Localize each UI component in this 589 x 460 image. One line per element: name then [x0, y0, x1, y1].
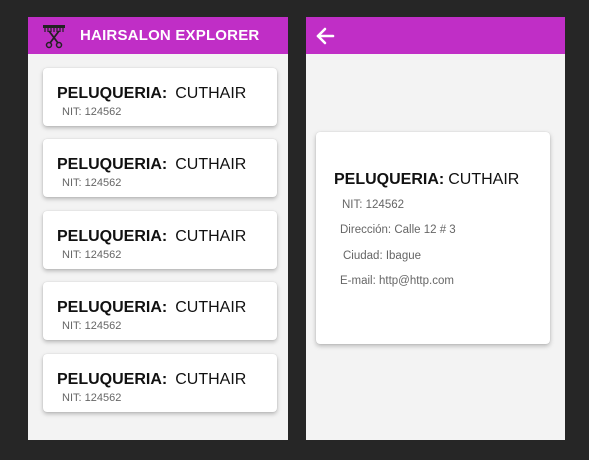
salon-label: PELUQUERIA:: [57, 299, 168, 316]
arrow-left-icon[interactable]: [314, 25, 336, 47]
app-title: HAIRSALON EXPLORER: [80, 27, 260, 44]
salon-name: CUTHAIR: [175, 371, 247, 388]
salon-nit: NIT: 124562: [62, 392, 122, 404]
salon-nit: NIT: 124562: [62, 177, 122, 189]
salon-detail-screen: PELUQUERIA: CUTHAIR NIT: 124562 Dirección…: [306, 17, 565, 440]
salon-detail-card: PELUQUERIA: CUTHAIR NIT: 124562 Dirección…: [316, 132, 550, 344]
salon-list-screen: HAIRSALON EXPLORER PELUQUERIA: CUTHAIR NI…: [28, 17, 288, 440]
salon-card[interactable]: PELUQUERIA: CUTHAIR NIT: 124562: [43, 68, 277, 126]
salon-name: CUTHAIR: [175, 156, 247, 173]
salon-label: PELUQUERIA:: [334, 171, 445, 188]
salon-city: Ciudad: Ibague: [343, 250, 422, 262]
scissors-comb-icon: [40, 22, 68, 50]
salon-card[interactable]: PELUQUERIA: CUTHAIR NIT: 124562: [43, 139, 277, 197]
salon-nit: NIT: 124562: [62, 106, 122, 118]
salon-nit: NIT: 124562: [62, 320, 122, 332]
salon-name: CUTHAIR: [175, 85, 247, 102]
salon-name: CUTHAIR: [175, 228, 247, 245]
salon-card[interactable]: PELUQUERIA: CUTHAIR NIT: 124562: [43, 211, 277, 269]
salon-label: PELUQUERIA:: [57, 156, 168, 173]
app-bar: [306, 17, 565, 54]
salon-email: E-mail: http@http.com: [340, 275, 454, 287]
salon-name: CUTHAIR: [175, 299, 247, 316]
salon-nit: NIT: 124562: [62, 249, 122, 261]
salon-card[interactable]: PELUQUERIA: CUTHAIR NIT: 124562: [43, 282, 277, 340]
salon-address: Dirección: Calle 12 # 3: [340, 224, 456, 236]
salon-card[interactable]: PELUQUERIA: CUTHAIR NIT: 124562: [43, 354, 277, 412]
salon-label: PELUQUERIA:: [57, 85, 168, 102]
salon-label: PELUQUERIA:: [57, 228, 168, 245]
salon-label: PELUQUERIA:: [57, 371, 168, 388]
salon-name: CUTHAIR: [448, 171, 520, 188]
app-bar: HAIRSALON EXPLORER: [28, 17, 288, 54]
salon-nit: NIT: 124562: [342, 199, 405, 211]
